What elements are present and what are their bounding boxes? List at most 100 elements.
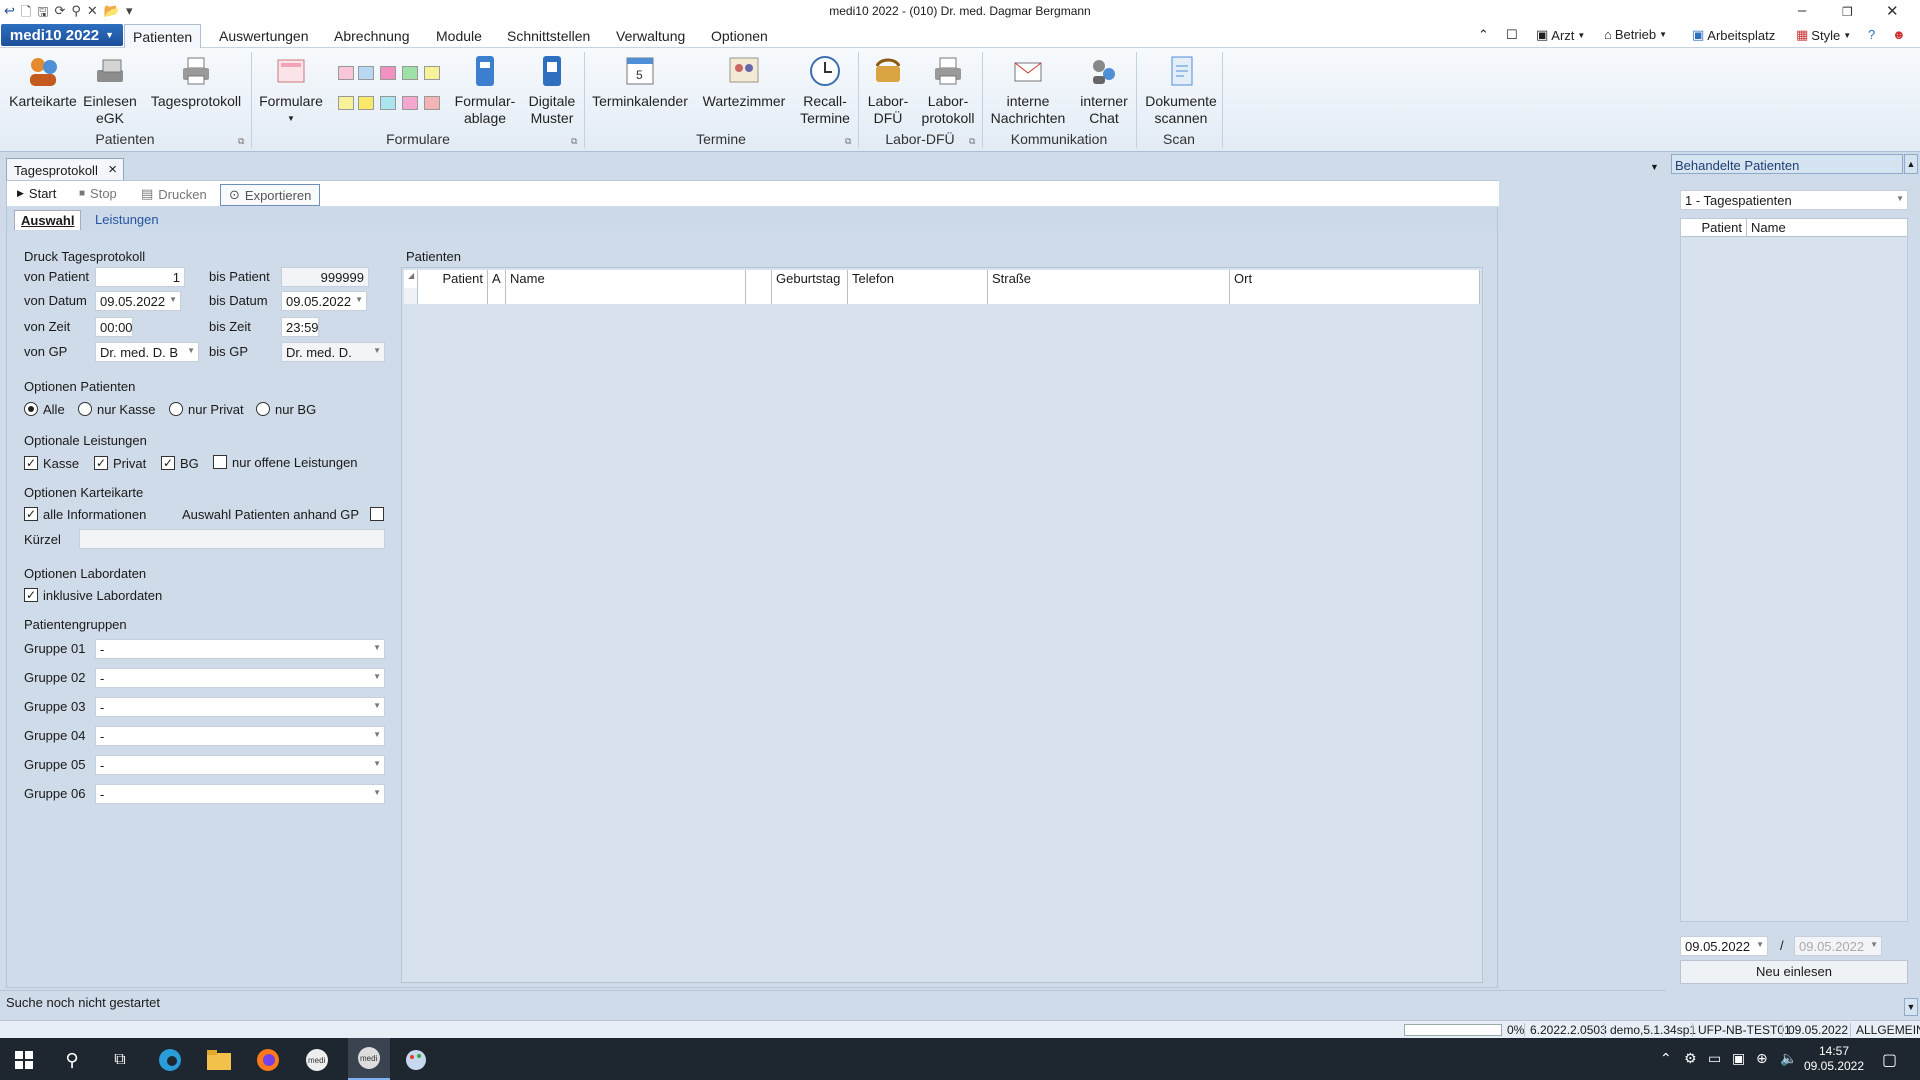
table-cell[interactable]: [772, 288, 848, 304]
von-zeit-input[interactable]: 00:00: [95, 317, 133, 337]
table-cell[interactable]: [746, 288, 772, 304]
medi10-icon[interactable]: medi: [303, 1046, 331, 1074]
windows-start-icon[interactable]: [10, 1046, 38, 1074]
table-cell[interactable]: [1230, 288, 1480, 304]
battery-icon[interactable]: ▭: [1708, 1050, 1721, 1067]
close-tab-icon[interactable]: ×: [108, 161, 117, 178]
form-swatch-icon[interactable]: [358, 66, 374, 80]
start-button[interactable]: ▶ Start: [17, 186, 56, 201]
close-icon[interactable]: ✕: [1886, 2, 1899, 20]
bis-gp-select[interactable]: Dr. med. D. ▼: [281, 342, 385, 362]
bis-patient-input[interactable]: 999999: [281, 267, 369, 287]
interne-nachrichten-button[interactable]: interne Nachrichten: [986, 54, 1070, 127]
collapse-panel-icon[interactable]: ▲: [1904, 154, 1918, 174]
checkbox-auswahl-gp[interactable]: [370, 507, 384, 521]
date-to-picker[interactable]: 09.05.2022 ▼: [1794, 936, 1882, 956]
von-patient-input[interactable]: 1: [95, 267, 185, 287]
gruppe-select[interactable]: - ▼: [95, 668, 385, 688]
tab-verwaltung[interactable]: Verwaltung: [608, 27, 693, 45]
neu-einlesen-button[interactable]: Neu einlesen: [1680, 960, 1908, 984]
date-from-picker[interactable]: 09.05.2022 ▼: [1680, 936, 1768, 956]
tab-patienten[interactable]: Patienten: [124, 24, 202, 49]
edge-icon[interactable]: [156, 1046, 184, 1074]
terminkalender-button[interactable]: 5 Terminkalender: [588, 54, 692, 110]
gruppe-select[interactable]: - ▼: [95, 726, 385, 746]
firefox-icon[interactable]: [254, 1046, 282, 1074]
minimize-icon[interactable]: –: [1798, 2, 1806, 19]
tab-auswertungen[interactable]: Auswertungen: [211, 27, 317, 45]
tab-leistungen[interactable]: Leistungen: [89, 210, 165, 229]
form-swatch-icon[interactable]: [424, 96, 440, 110]
table-cell[interactable]: [848, 288, 988, 304]
wartezimmer-button[interactable]: Wartezimmer: [698, 54, 790, 110]
von-datum-picker[interactable]: 09.05.2022 ▼: [95, 291, 181, 311]
form-swatch-icon[interactable]: [358, 96, 374, 110]
user-icon[interactable]: ☻: [1892, 27, 1906, 42]
tab-optionen[interactable]: Optionen: [703, 27, 776, 45]
formularablage-button[interactable]: Formular- ablage: [452, 54, 518, 127]
tagesprotokoll-button[interactable]: Tagesprotokoll: [146, 54, 246, 110]
bis-datum-picker[interactable]: 09.05.2022 ▼: [281, 291, 367, 311]
radio-alle[interactable]: [24, 402, 38, 416]
recall-termine-button[interactable]: Recall- Termine: [796, 54, 854, 127]
radio-nur-kasse[interactable]: [78, 402, 92, 416]
tray-app-icon[interactable]: ⚙: [1684, 1050, 1697, 1067]
radio-nur-bg[interactable]: [256, 402, 270, 416]
column-header-name[interactable]: Name: [506, 270, 746, 288]
arbeitsplatz-menu[interactable]: ▣ Arbeitsplatz: [1692, 27, 1775, 43]
tab-auswahl[interactable]: Auswahl: [14, 210, 82, 230]
gruppe-select[interactable]: - ▼: [95, 755, 385, 775]
dialog-launcher-icon[interactable]: ⧉: [969, 136, 975, 147]
clock[interactable]: 14:57 09.05.2022: [1800, 1044, 1868, 1074]
window-layout-icon[interactable]: ☐: [1506, 27, 1518, 43]
tab-module[interactable]: Module: [428, 27, 490, 45]
file-explorer-icon[interactable]: [205, 1046, 233, 1074]
notification-icon[interactable]: ▢: [1882, 1050, 1897, 1070]
form-swatch-icon[interactable]: [402, 96, 418, 110]
app-menu-button[interactable]: medi10 2022 ▼: [1, 24, 123, 46]
drucken-button[interactable]: ▤ Drucken: [141, 186, 207, 202]
bis-zeit-input[interactable]: 23:59: [281, 317, 319, 337]
column-header-strasse[interactable]: Straße: [988, 270, 1230, 288]
dialog-launcher-icon[interactable]: ⧉: [845, 136, 851, 147]
column-header-name[interactable]: Name: [1747, 219, 1907, 237]
column-header-blank[interactable]: [746, 270, 772, 288]
form-swatch-icon[interactable]: [338, 96, 354, 110]
radio-nur-privat[interactable]: [169, 402, 183, 416]
style-menu[interactable]: ▦ Style ▼: [1796, 27, 1851, 43]
column-header-telefon[interactable]: Telefon: [848, 270, 988, 288]
medi10-active-icon[interactable]: medi: [348, 1038, 390, 1080]
checkbox-nur-offene[interactable]: [213, 455, 227, 469]
stop-button[interactable]: ■ Stop: [79, 186, 117, 201]
patient-filter-select[interactable]: 1 - Tagespatienten ▼: [1680, 190, 1908, 210]
form-swatch-icon[interactable]: [380, 96, 396, 110]
dokumente-scannen-button[interactable]: Dokumente scannen: [1140, 54, 1222, 127]
tab-schnittstellen[interactable]: Schnittstellen: [499, 27, 598, 45]
form-swatch-icon[interactable]: [402, 66, 418, 80]
gruppe-select[interactable]: - ▼: [95, 639, 385, 659]
checkbox-kasse[interactable]: ✓: [24, 456, 38, 470]
search-icon[interactable]: ⚲: [58, 1046, 86, 1074]
tab-tagesprotokoll[interactable]: Tagesprotokoll ×: [6, 158, 124, 180]
network-icon[interactable]: ⊕: [1756, 1050, 1768, 1067]
paint-icon[interactable]: [402, 1046, 430, 1074]
checkbox-bg[interactable]: ✓: [161, 456, 175, 470]
table-cell[interactable]: [418, 288, 488, 304]
dialog-launcher-icon[interactable]: ⧉: [238, 136, 244, 147]
tab-list-dropdown-icon[interactable]: ▼: [1650, 162, 1659, 172]
interner-chat-button[interactable]: interner Chat: [1074, 54, 1134, 127]
form-swatch-icon[interactable]: [424, 66, 440, 80]
gruppe-select[interactable]: - ▼: [95, 697, 385, 717]
restore-icon[interactable]: ❐: [1842, 5, 1853, 19]
table-cell[interactable]: [506, 288, 746, 304]
einlesen-egk-button[interactable]: Einlesen eGK: [80, 54, 140, 127]
tray-chevron-icon[interactable]: ⌃: [1660, 1050, 1672, 1067]
checkbox-privat[interactable]: ✓: [94, 456, 108, 470]
arzt-menu[interactable]: ▣ Arzt ▼: [1536, 27, 1585, 43]
labor-dfu-button[interactable]: Labor- DFÜ: [862, 54, 914, 127]
tab-abrechnung[interactable]: Abrechnung: [326, 27, 418, 45]
grid-corner[interactable]: ◢: [404, 270, 418, 288]
von-gp-select[interactable]: Dr. med. D. B ▼: [95, 342, 199, 362]
form-swatch-icon[interactable]: [380, 66, 396, 80]
form-swatch-icon[interactable]: [338, 66, 354, 80]
